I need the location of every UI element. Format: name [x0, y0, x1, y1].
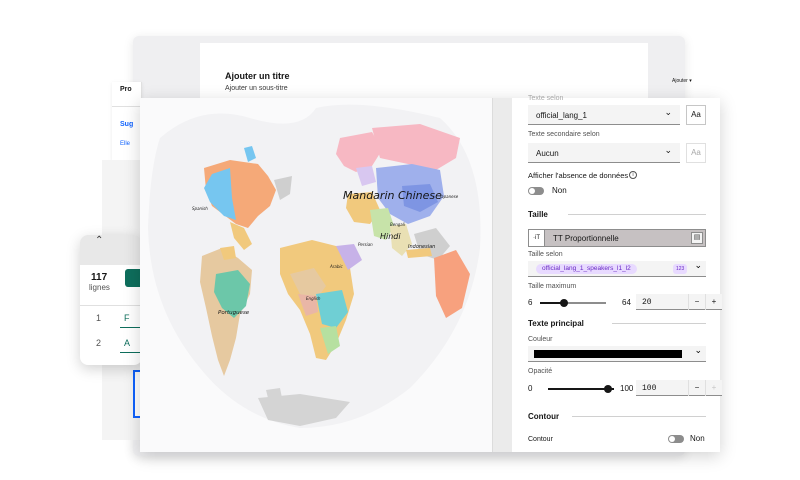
chevron-down-icon: ⌄ — [664, 108, 672, 118]
texte-secondaire-label: Texte secondaire selon — [528, 131, 600, 138]
taille-section-title: Taille — [528, 210, 548, 219]
divider — [80, 305, 142, 306]
size-mode-label: TT Proportionnelle — [553, 234, 619, 243]
chevron-down-icon: ⌄ — [664, 146, 672, 156]
chevron-down-icon: ⌄ — [694, 346, 702, 356]
text-style-button[interactable]: Aa — [686, 105, 706, 125]
app-stage: Ajouter un titre Ajouter un sous-titre A… — [0, 0, 800, 480]
couleur-label: Couleur — [528, 336, 553, 343]
divider — [572, 416, 706, 417]
chevron-down-icon: ⌄ — [694, 261, 702, 271]
secondary-text-style-button[interactable]: Aa — [686, 143, 706, 163]
column-tag: official_lang_1_speakers_l1_l2 — [536, 264, 637, 274]
decrement-button[interactable]: − — [688, 294, 705, 310]
map-label-indonesian: Indonesian — [408, 244, 436, 250]
texte-selon-select[interactable]: official_lang_1 ⌄ — [528, 105, 680, 125]
size-mode-icon: ·iT — [529, 230, 545, 246]
chevron-up-icon[interactable]: ⌃ — [95, 235, 103, 246]
panel-splitter[interactable] — [492, 98, 512, 452]
row-count-label: lignes — [89, 283, 110, 292]
chart-title-placeholder[interactable]: Ajouter un titre — [225, 71, 290, 81]
row-value[interactable]: A — [124, 338, 130, 348]
side-card-item-3[interactable]: Elle — [120, 141, 130, 147]
world-map — [148, 104, 481, 429]
increment-button[interactable]: + — [705, 294, 722, 310]
chart-subtitle-placeholder[interactable]: Ajouter un sous-titre — [225, 85, 288, 92]
couleur-select[interactable]: ⌄ — [528, 346, 706, 362]
texte-selon-label: Texte selon — [528, 95, 564, 102]
rows-count-card: ⌃ 117 lignes 1 F 2 A — [80, 235, 142, 365]
row-number: 1 — [96, 313, 102, 323]
absence-toggle[interactable] — [528, 187, 544, 195]
taille-input-value: 20 — [642, 298, 652, 307]
opacite-input-value: 100 — [642, 384, 657, 393]
map-label-portuguese: Portuguese — [218, 310, 250, 316]
opacite-label: Opacité — [528, 368, 553, 375]
background-menu-button[interactable]: Ajouter ▾ — [672, 78, 692, 84]
contour-toggle-label: Non — [690, 434, 705, 443]
texte-selon-value: official_lang_1 — [536, 111, 588, 120]
map-label-bengali: Bengali — [390, 222, 405, 227]
opacite-number-input[interactable]: 100 − + — [636, 380, 722, 396]
taille-selon-label: Taille selon — [528, 251, 563, 258]
divider — [612, 323, 706, 324]
map-canvas[interactable]: Mandarin Chinese Hindi Indonesian Bengal… — [140, 98, 492, 452]
contour-section-title: Contour — [528, 412, 560, 421]
taille-selon-select[interactable]: official_lang_1_speakers_l1_l2 123 ⌄ — [528, 261, 706, 277]
contour-toggle[interactable] — [668, 435, 684, 443]
row-value[interactable]: F — [124, 313, 130, 323]
numeric-type-badge: 123 — [673, 264, 688, 274]
settings-panel: Texte selon official_lang_1 ⌄ Aa Texte s… — [512, 95, 722, 452]
opacite-slider-min: 0 — [528, 384, 533, 393]
map-label-japanese: Japanese — [440, 194, 459, 199]
table-icon[interactable]: ▤ — [691, 232, 703, 244]
background-side-card: Pro Sug Elle — [112, 82, 142, 162]
texte-principal-section-title: Texte principal — [528, 319, 584, 328]
divider — [112, 106, 142, 107]
color-swatch — [534, 350, 682, 358]
map-editor-window: Mandarin Chinese Hindi Indonesian Bengal… — [140, 95, 722, 452]
taille-slider-thumb[interactable] — [560, 299, 568, 307]
opacite-slider-max: 100 — [620, 384, 634, 393]
row-underline — [120, 352, 142, 353]
increment-button[interactable]: + — [705, 380, 722, 396]
background-menu-label: Ajouter — [672, 78, 688, 84]
map-label-english: English — [306, 296, 321, 301]
taille-slider-fill — [540, 302, 562, 304]
row-count: 117 — [91, 272, 108, 283]
size-mode-selector[interactable]: ·iT TT Proportionnelle ▤ — [528, 229, 706, 247]
divider — [568, 214, 706, 215]
card-header — [80, 235, 142, 265]
contour-label: Contour — [528, 436, 553, 443]
opacite-slider-thumb[interactable] — [604, 385, 612, 393]
map-label-persian: Persian — [358, 242, 373, 247]
taille-slider-min: 6 — [528, 298, 533, 307]
row-number: 2 — [96, 338, 102, 348]
taille-max-label: Taille maximum — [528, 283, 577, 290]
taille-number-input[interactable]: 20 − + — [636, 294, 722, 310]
map-label-mandarin: Mandarin Chinese — [343, 189, 442, 202]
taille-slider-max: 64 — [622, 298, 631, 307]
map-label-spanish: Spanish — [192, 206, 208, 211]
side-card-item-2[interactable]: Sug — [120, 121, 133, 128]
absence-toggle-label: Non — [552, 186, 567, 195]
map-label-hindi: Hindi — [380, 232, 401, 241]
texte-secondaire-select[interactable]: Aucun ⌄ — [528, 143, 680, 163]
row-underline — [120, 327, 142, 328]
decrement-button[interactable]: − — [688, 380, 705, 396]
texte-secondaire-value: Aucun — [536, 149, 559, 158]
info-icon[interactable]: i — [629, 171, 637, 179]
side-card-item-1: Pro — [120, 86, 132, 93]
map-label-arabic: Arabic — [330, 264, 343, 269]
absence-label: Afficher l'absence de données — [528, 171, 629, 180]
